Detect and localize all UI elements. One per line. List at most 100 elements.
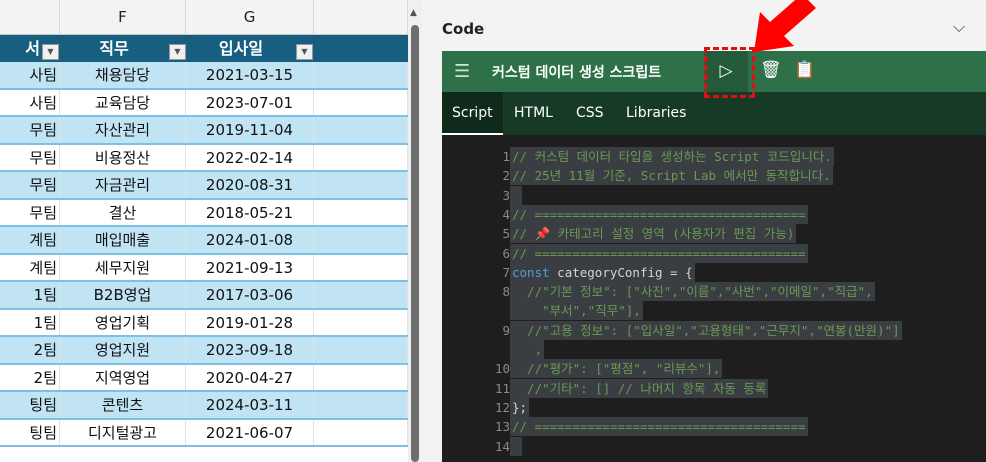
cell-job[interactable]: 디지털광고 (60, 419, 186, 445)
cell-department[interactable]: 계팀 (0, 227, 60, 253)
table-row[interactable]: 1팀 영업기획 2019-01-28 (0, 309, 408, 337)
scrollbar-thumb[interactable] (411, 25, 419, 462)
cell-department[interactable]: 팅팀 (0, 392, 60, 418)
cell-hire-date[interactable]: 2019-01-28 (186, 309, 314, 335)
cell-job[interactable]: 영업지원 (60, 337, 186, 363)
cell-department[interactable]: 1팀 (0, 309, 60, 335)
code-line[interactable]: const categoryConfig = { (510, 262, 695, 282)
cell-job[interactable]: 콘텐츠 (60, 392, 186, 418)
hamburger-menu-icon[interactable]: ☰ (454, 61, 470, 82)
cell-department[interactable]: 무팀 (0, 144, 60, 170)
cell-department[interactable]: 계팀 (0, 254, 60, 280)
cell-hire-date[interactable]: 2024-03-11 (186, 392, 314, 418)
cell-empty[interactable] (314, 144, 408, 170)
table-row[interactable]: 계팀 매입매출 2024-01-08 (0, 227, 408, 255)
snippet-name[interactable]: 커스텀 데이터 생성 스크립트 (492, 62, 661, 82)
table-row[interactable]: 2팀 영업지원 2023-09-18 (0, 337, 408, 365)
cell-department[interactable]: 1팀 (0, 282, 60, 308)
cell-job[interactable]: 비용정산 (60, 144, 186, 170)
cell-hire-date[interactable]: 2020-04-27 (186, 364, 314, 390)
cell-department[interactable]: 2팀 (0, 337, 60, 363)
cell-hire-date[interactable]: 2024-01-08 (186, 227, 314, 253)
cell-hire-date[interactable]: 2023-09-18 (186, 337, 314, 363)
trash-icon[interactable]: 🗑 (760, 60, 782, 80)
chevron-down-icon[interactable]: ⌵ (953, 17, 965, 37)
cell-department[interactable]: 무팀 (0, 117, 60, 143)
cell-hire-date[interactable]: 2021-03-15 (186, 62, 314, 88)
cell-empty[interactable] (314, 364, 408, 390)
cell-empty[interactable] (314, 282, 408, 308)
cell-job[interactable]: B2B영업 (60, 282, 186, 308)
cell-job[interactable]: 자금관리 (60, 172, 186, 198)
cell-job[interactable]: 자산관리 (60, 117, 186, 143)
code-line[interactable] (510, 185, 522, 205)
scroll-up-icon[interactable]: ▲ (410, 8, 417, 18)
table-row[interactable]: 무팀 자산관리 2019-11-04 (0, 117, 408, 145)
code-line[interactable]: // ==================================== (510, 243, 808, 263)
cell-hire-date[interactable]: 2020-08-31 (186, 172, 314, 198)
code-line[interactable]: , (510, 340, 545, 359)
cell-empty[interactable] (314, 172, 408, 198)
table-row[interactable]: 팅팀 디지털광고 2021-06-07 (0, 419, 408, 447)
code-line[interactable]: // ==================================== (510, 417, 808, 437)
table-row[interactable]: 무팀 결산 2018-05-21 (0, 199, 408, 227)
column-header-f[interactable]: F (60, 0, 186, 35)
table-row[interactable]: 팅팀 콘텐츠 2024-03-11 (0, 392, 408, 420)
cell-hire-date[interactable]: 2021-09-13 (186, 254, 314, 280)
cell-department[interactable]: 사팀 (0, 62, 60, 88)
run-button[interactable]: ▷ (704, 51, 748, 92)
code-line[interactable]: }; (510, 397, 530, 417)
table-row[interactable]: 1팀 B2B영업 2017-03-06 (0, 282, 408, 310)
filter-dropdown-button[interactable]: ▼ (296, 44, 313, 60)
column-header-h[interactable] (314, 0, 408, 35)
cell-department[interactable]: 무팀 (0, 199, 60, 225)
cell-job[interactable]: 교육담당 (60, 89, 186, 115)
vertical-scrollbar[interactable]: ▲ (408, 0, 422, 462)
code-line[interactable]: //"평가": ["평점", "리뷰수"], (510, 359, 723, 379)
tab-html[interactable]: HTML (504, 92, 563, 135)
cell-department[interactable]: 사팀 (0, 89, 60, 115)
tab-css[interactable]: CSS (566, 92, 614, 135)
code-line[interactable]: // 📌 카테고리 설정 영역 (사용자가 편집 가능) (510, 224, 797, 244)
column-header-g[interactable]: G (186, 0, 314, 35)
code-line[interactable]: // ==================================== (510, 204, 808, 224)
code-editor[interactable]: 1// 커스텀 데이터 타입을 생성하는 Script 코드입니다. 2// 25… (442, 135, 986, 462)
table-row[interactable]: 사팀 교육담당 2023-07-01 (0, 89, 408, 117)
cell-empty[interactable] (314, 117, 408, 143)
code-line[interactable]: // 커스텀 데이터 타입을 생성하는 Script 코드입니다. (510, 147, 834, 166)
cell-department[interactable]: 2팀 (0, 364, 60, 390)
table-row[interactable]: 계팀 세무지원 2021-09-13 (0, 254, 408, 282)
cell-department[interactable]: 무팀 (0, 172, 60, 198)
cell-empty[interactable] (314, 62, 408, 88)
cell-hire-date[interactable]: 2019-11-04 (186, 117, 314, 143)
cell-empty[interactable] (314, 419, 408, 445)
cell-hire-date[interactable]: 2021-06-07 (186, 419, 314, 445)
cell-hire-date[interactable]: 2023-07-01 (186, 89, 314, 115)
cell-empty[interactable] (314, 392, 408, 418)
cell-department[interactable]: 팅팀 (0, 419, 60, 445)
cell-empty[interactable] (314, 199, 408, 225)
table-row[interactable]: 2팀 지역영업 2020-04-27 (0, 364, 408, 392)
cell-job[interactable]: 채용담당 (60, 62, 186, 88)
clipboard-icon[interactable]: 📋 (794, 60, 815, 80)
cell-hire-date[interactable]: 2022-02-14 (186, 144, 314, 170)
cell-job[interactable]: 매입매출 (60, 227, 186, 253)
cell-empty[interactable] (314, 254, 408, 280)
code-line[interactable]: //"고용 정보": ["입사일","고용형태","근무지","연봉(만원)"] (510, 320, 902, 340)
column-header-e[interactable] (0, 0, 60, 35)
cell-job[interactable]: 세무지원 (60, 254, 186, 280)
filter-dropdown-button[interactable]: ▼ (169, 44, 186, 60)
code-line[interactable]: // 25년 11월 기준, Script Lab 에서만 동작합니다. (510, 166, 833, 186)
table-row[interactable]: 무팀 비용정산 2022-02-14 (0, 144, 408, 172)
code-line[interactable] (510, 436, 522, 456)
code-line[interactable]: //"기타": [] // 나머지 항목 자동 등록 (510, 378, 769, 398)
tab-libraries[interactable]: Libraries (616, 92, 696, 135)
spreadsheet[interactable]: F G 서 ▼ 직무 ▼ 입사일 ▼ 사팀 채용담당 2021-03-15 사팀 교육담… (0, 0, 408, 462)
cell-empty[interactable] (314, 309, 408, 335)
cell-job[interactable]: 지역영업 (60, 364, 186, 390)
code-line[interactable]: //"기본 정보": ["사진","이름","사번","이메일","직급", (510, 282, 875, 302)
tab-script[interactable]: Script (442, 92, 503, 135)
cell-empty[interactable] (314, 337, 408, 363)
cell-empty[interactable] (314, 89, 408, 115)
code-line[interactable]: "부서","직무"], (510, 301, 643, 321)
